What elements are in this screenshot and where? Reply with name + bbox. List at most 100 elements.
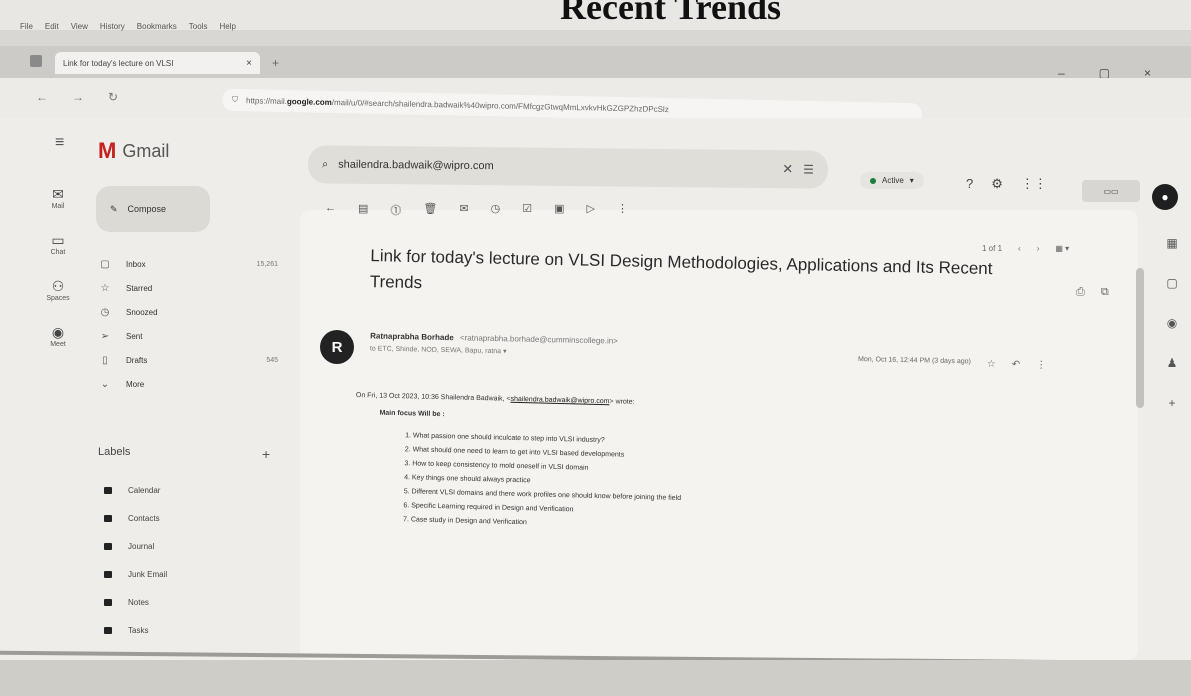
label-tag-icon	[104, 598, 112, 606]
draft-icon: ▯	[102, 354, 108, 366]
star-icon: ☆	[100, 282, 110, 294]
menu-help[interactable]: Help	[219, 22, 235, 31]
chevron-down-icon: ▾	[909, 176, 914, 185]
chevron-down-icon: ⌄	[100, 378, 110, 390]
forward-button[interactable]: →	[72, 90, 84, 104]
shield-icon: ⛉	[231, 94, 239, 105]
print-icon[interactable]: ⎙	[1076, 286, 1085, 299]
new-tab-button[interactable]: +	[272, 56, 279, 70]
delete-icon[interactable]: 🗑	[423, 202, 437, 218]
pager-count: 1 of 1	[982, 244, 1003, 253]
org-logo[interactable]: ▭▭	[1082, 180, 1140, 202]
tasks-icon[interactable]: ◉	[1160, 316, 1184, 330]
folder-snoozed[interactable]: ◷ Snoozed	[98, 300, 278, 324]
label-item[interactable]: Journal	[104, 532, 167, 560]
message-date: Mon, Oct 16, 12:44 PM (3 days ago)	[857, 356, 971, 366]
label-item[interactable]: Tasks	[104, 616, 167, 644]
search-options-icon[interactable]: ☰	[803, 162, 814, 176]
browser-tab[interactable]: Link for today's lecture on VLSI ×	[55, 52, 260, 74]
search-query: shailendra.badwaik@wipro.com	[338, 158, 494, 173]
sender-name: Ratnaprabha Borhade	[370, 331, 454, 343]
compose-button[interactable]: ✎ Compose	[96, 186, 210, 232]
open-new-window-icon[interactable]: ⧉	[1101, 286, 1109, 299]
gmail-brand: Gmail	[122, 140, 170, 161]
report-spam-icon[interactable]: ⓵	[390, 202, 401, 218]
url-text: https://mail.google.com/mail/u/0/#search…	[245, 95, 669, 114]
folder-sent[interactable]: ➢ Sent	[98, 324, 278, 348]
drafts-count: 545	[266, 356, 278, 364]
reply-icon[interactable]: ↶	[1012, 359, 1021, 370]
label-item[interactable]: Notes	[104, 588, 167, 616]
add-addon-icon[interactable]: +	[1160, 396, 1184, 410]
side-panel: ▦ ▢ ◉ ♟ +	[1160, 236, 1184, 436]
input-tools-icon[interactable]: ▦ ▾	[1055, 244, 1069, 253]
tab-close-icon[interactable]: ×	[246, 58, 252, 69]
account-avatar[interactable]: ●	[1152, 184, 1178, 210]
menu-bar: File Edit View History Bookmarks Tools H…	[20, 22, 236, 31]
sender-email: <ratnaprabha.borhade@cumminscollege.in>	[459, 333, 619, 346]
folder-inbox[interactable]: ▢ Inbox 15,261	[98, 252, 278, 276]
menu-bookmarks[interactable]: Bookmarks	[137, 22, 177, 31]
label-icon[interactable]: ▷	[586, 202, 594, 218]
menu-history[interactable]: History	[100, 22, 125, 31]
menu-file[interactable]: File	[20, 22, 33, 31]
folder-starred[interactable]: ☆ Starred	[98, 276, 278, 300]
back-button[interactable]: ←	[36, 90, 48, 104]
desk-surface	[0, 660, 1191, 696]
labels-heading: Labels	[98, 446, 131, 458]
folder-more[interactable]: ⌄ More	[98, 372, 278, 396]
gmail-logo[interactable]: M Gmail	[98, 138, 169, 164]
search-input[interactable]: ⌕ shailendra.badwaik@wipro.com ✕ ☰	[307, 145, 829, 189]
apps-grid-icon[interactable]: ⋮⋮	[1021, 176, 1047, 192]
inbox-count: 15,261	[256, 260, 278, 268]
status-toggle[interactable]: Active ▾	[860, 172, 924, 189]
back-arrow-icon[interactable]: ←	[325, 202, 336, 218]
clock-icon: ◷	[100, 306, 110, 318]
tab-favicon-icon	[30, 55, 42, 67]
menu-edit[interactable]: Edit	[45, 22, 59, 31]
quote-email-link[interactable]: shailendra.badwaik@wipro.com	[510, 396, 609, 405]
app-rail: ✉ Mail ▭ Chat ⚇ Spaces ◉ Meet	[28, 186, 88, 370]
mark-unread-icon[interactable]: ✉	[459, 202, 468, 218]
spaces-icon: ⚇	[51, 278, 65, 294]
label-item[interactable]: Calendar	[104, 476, 167, 504]
archive-icon[interactable]: ▤	[358, 202, 368, 218]
label-item[interactable]: Junk Email	[104, 560, 167, 588]
calendar-icon[interactable]: ▦	[1160, 236, 1184, 250]
label-tag-icon	[104, 514, 112, 522]
snooze-icon[interactable]: ◷	[491, 202, 501, 218]
add-task-icon[interactable]: ☑	[522, 202, 532, 218]
folder-list: ▢ Inbox 15,261 ☆ Starred ◷ Snoozed ➢ Sent ▯ Dr…	[98, 252, 278, 396]
star-icon[interactable]: ☆	[987, 359, 996, 370]
keep-icon[interactable]: ▢	[1160, 276, 1184, 290]
gmail-m-icon: M	[98, 138, 117, 163]
label-tag-icon	[104, 542, 112, 550]
rail-chat[interactable]: ▭ Chat	[28, 232, 88, 256]
contacts-icon[interactable]: ♟	[1160, 356, 1184, 370]
reload-button[interactable]: ↻	[108, 90, 118, 104]
label-tag-icon	[104, 570, 112, 578]
send-icon: ➢	[100, 330, 110, 342]
more-vert-icon[interactable]: ⋮	[1036, 360, 1046, 371]
menu-tools[interactable]: Tools	[189, 22, 208, 31]
menu-view[interactable]: View	[71, 22, 88, 31]
rail-meet[interactable]: ◉ Meet	[28, 324, 88, 348]
clear-search-icon[interactable]: ✕	[782, 161, 793, 177]
scrollbar[interactable]	[1136, 268, 1144, 408]
prev-icon[interactable]: ‹	[1018, 244, 1021, 253]
gear-icon[interactable]: ⚙	[991, 176, 1003, 192]
folder-drafts[interactable]: ▯ Drafts 545	[98, 348, 278, 372]
add-label-icon[interactable]: +	[262, 446, 270, 462]
label-item[interactable]: Contacts	[104, 504, 167, 532]
rail-spaces[interactable]: ⚇ Spaces	[28, 278, 88, 302]
next-icon[interactable]: ›	[1037, 244, 1040, 253]
compose-label: Compose	[127, 204, 167, 214]
main-menu-icon[interactable]: ≡	[55, 134, 64, 152]
slide-title: Recent Trends	[560, 0, 781, 27]
move-to-icon[interactable]: ▣	[554, 202, 564, 218]
nav-buttons: ← → ↻	[36, 90, 118, 104]
rail-mail[interactable]: ✉ Mail	[28, 186, 88, 210]
labels-list: Calendar Contacts Journal Junk Email Not…	[104, 476, 167, 644]
more-icon[interactable]: ⋮	[617, 202, 628, 218]
help-icon[interactable]: ?	[966, 176, 973, 192]
